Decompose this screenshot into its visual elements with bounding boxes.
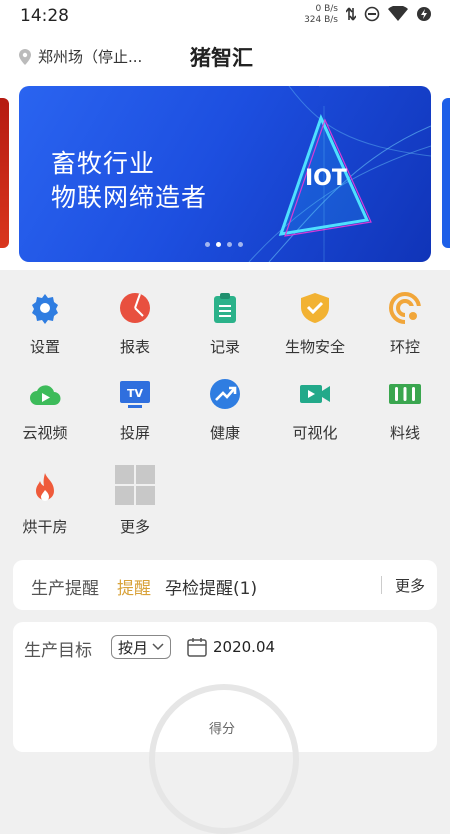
- production-goal-card: 生产目标 按月 2020.04 得分: [13, 622, 437, 834]
- feature-label: 环控: [389, 338, 420, 356]
- carousel-dot: [205, 242, 210, 247]
- feature-label: 投屏: [119, 424, 150, 442]
- network-speed: 0 B/s 324 B/s: [304, 4, 338, 26]
- carousel-dot: [227, 242, 232, 247]
- period-select[interactable]: 按月: [111, 635, 171, 659]
- reminder-tag: 提醒: [117, 579, 151, 599]
- location-selector[interactable]: 郑州场（停止...: [18, 46, 142, 67]
- feature-grid: 设置 报表 记录 生物安全 环控 云视频 TV 投屏 健康 可视化 料线 烘干房: [0, 280, 450, 550]
- banner-headline-1: 畜牧行业: [51, 149, 156, 178]
- feature-biosecurity[interactable]: 生物安全: [270, 280, 360, 360]
- feature-label: 云视频: [22, 424, 68, 442]
- net-down: 324 B/s: [304, 15, 338, 25]
- carousel-dot: [238, 242, 243, 247]
- location-pin-icon: [19, 48, 31, 65]
- feature-label: 可视化: [292, 424, 338, 442]
- feature-records[interactable]: 记录: [180, 280, 270, 360]
- app-header: 郑州场（停止... 猪智汇: [0, 34, 450, 80]
- svg-text:TV: TV: [127, 387, 144, 400]
- gear-icon: [32, 294, 58, 324]
- ring-control-icon: [389, 292, 421, 324]
- feature-more[interactable]: 更多: [90, 460, 180, 540]
- status-bar: 14:28 0 B/s 324 B/s: [0, 0, 450, 34]
- banner-card[interactable]: 畜牧行业 物联网缔造者 IOT: [19, 86, 431, 262]
- feed-line-icon: [389, 384, 421, 404]
- feature-environment-control[interactable]: 环控: [360, 280, 450, 360]
- carousel-dot-active: [216, 242, 221, 247]
- data-transfer-icon: [346, 7, 356, 21]
- feature-cloud-video[interactable]: 云视频: [0, 366, 90, 446]
- location-label: 郑州场（停止...: [38, 48, 143, 66]
- feature-label: 料线: [389, 424, 420, 442]
- video-camera-icon: [300, 385, 330, 403]
- battery-saver-icon: [417, 7, 431, 21]
- feature-reports[interactable]: 报表: [90, 280, 180, 360]
- iot-badge: IOT: [305, 166, 347, 191]
- banner-carousel[interactable]: 畜牧行业 物联网缔造者 IOT: [0, 80, 450, 270]
- production-reminder-card: 生产提醒 提醒 孕检提醒(1) 更多: [13, 560, 437, 610]
- feature-settings[interactable]: 设置: [0, 280, 90, 360]
- reminder-item[interactable]: 孕检提醒(1): [165, 574, 257, 599]
- shield-check-icon: [301, 293, 329, 323]
- goal-date[interactable]: 2020.04: [213, 638, 275, 656]
- feature-drying-room[interactable]: 烘干房: [0, 460, 90, 540]
- wifi-icon: [388, 6, 408, 21]
- feature-screen-cast[interactable]: TV 投屏: [90, 366, 180, 446]
- app-title: 猪智汇: [190, 46, 253, 70]
- more-grid-icon: [115, 465, 155, 505]
- tv-icon: TV: [120, 381, 150, 408]
- carousel-indicator: [205, 242, 243, 247]
- pie-chart-icon: [120, 293, 150, 323]
- feature-label: 设置: [29, 338, 60, 356]
- feature-feed-line[interactable]: 料线: [360, 366, 450, 446]
- banner-next-card[interactable]: [442, 98, 450, 248]
- divider: [381, 576, 382, 594]
- net-up: 0 B/s: [315, 4, 338, 14]
- feature-label: 记录: [209, 338, 240, 356]
- cloud-play-icon: [30, 385, 61, 405]
- score-gauge: [149, 684, 299, 834]
- reminder-more-link[interactable]: 更多: [395, 575, 425, 596]
- trend-up-icon: [210, 379, 240, 409]
- feature-visualization[interactable]: 可视化: [270, 366, 360, 446]
- chevron-down-icon: [152, 643, 164, 651]
- calendar-icon[interactable]: [187, 637, 207, 657]
- clipboard-icon: [214, 293, 236, 323]
- status-time: 14:28: [20, 6, 69, 26]
- goal-title: 生产目标: [24, 641, 92, 661]
- feature-label: 更多: [119, 518, 150, 536]
- feature-health[interactable]: 健康: [180, 366, 270, 446]
- feature-label: 生物安全: [284, 338, 345, 356]
- feature-label: 烘干房: [22, 518, 68, 536]
- gauge-label: 得分: [209, 722, 236, 737]
- banner-headline-2: 物联网缔造者: [51, 183, 208, 212]
- do-not-disturb-icon: [364, 6, 380, 22]
- reminder-title: 生产提醒: [31, 579, 99, 599]
- status-icons: [346, 6, 432, 22]
- period-select-value: 按月: [117, 638, 148, 657]
- feature-label: 健康: [209, 424, 240, 442]
- flame-icon: [36, 473, 54, 501]
- feature-label: 报表: [119, 338, 150, 356]
- banner-prev-card[interactable]: [0, 98, 9, 248]
